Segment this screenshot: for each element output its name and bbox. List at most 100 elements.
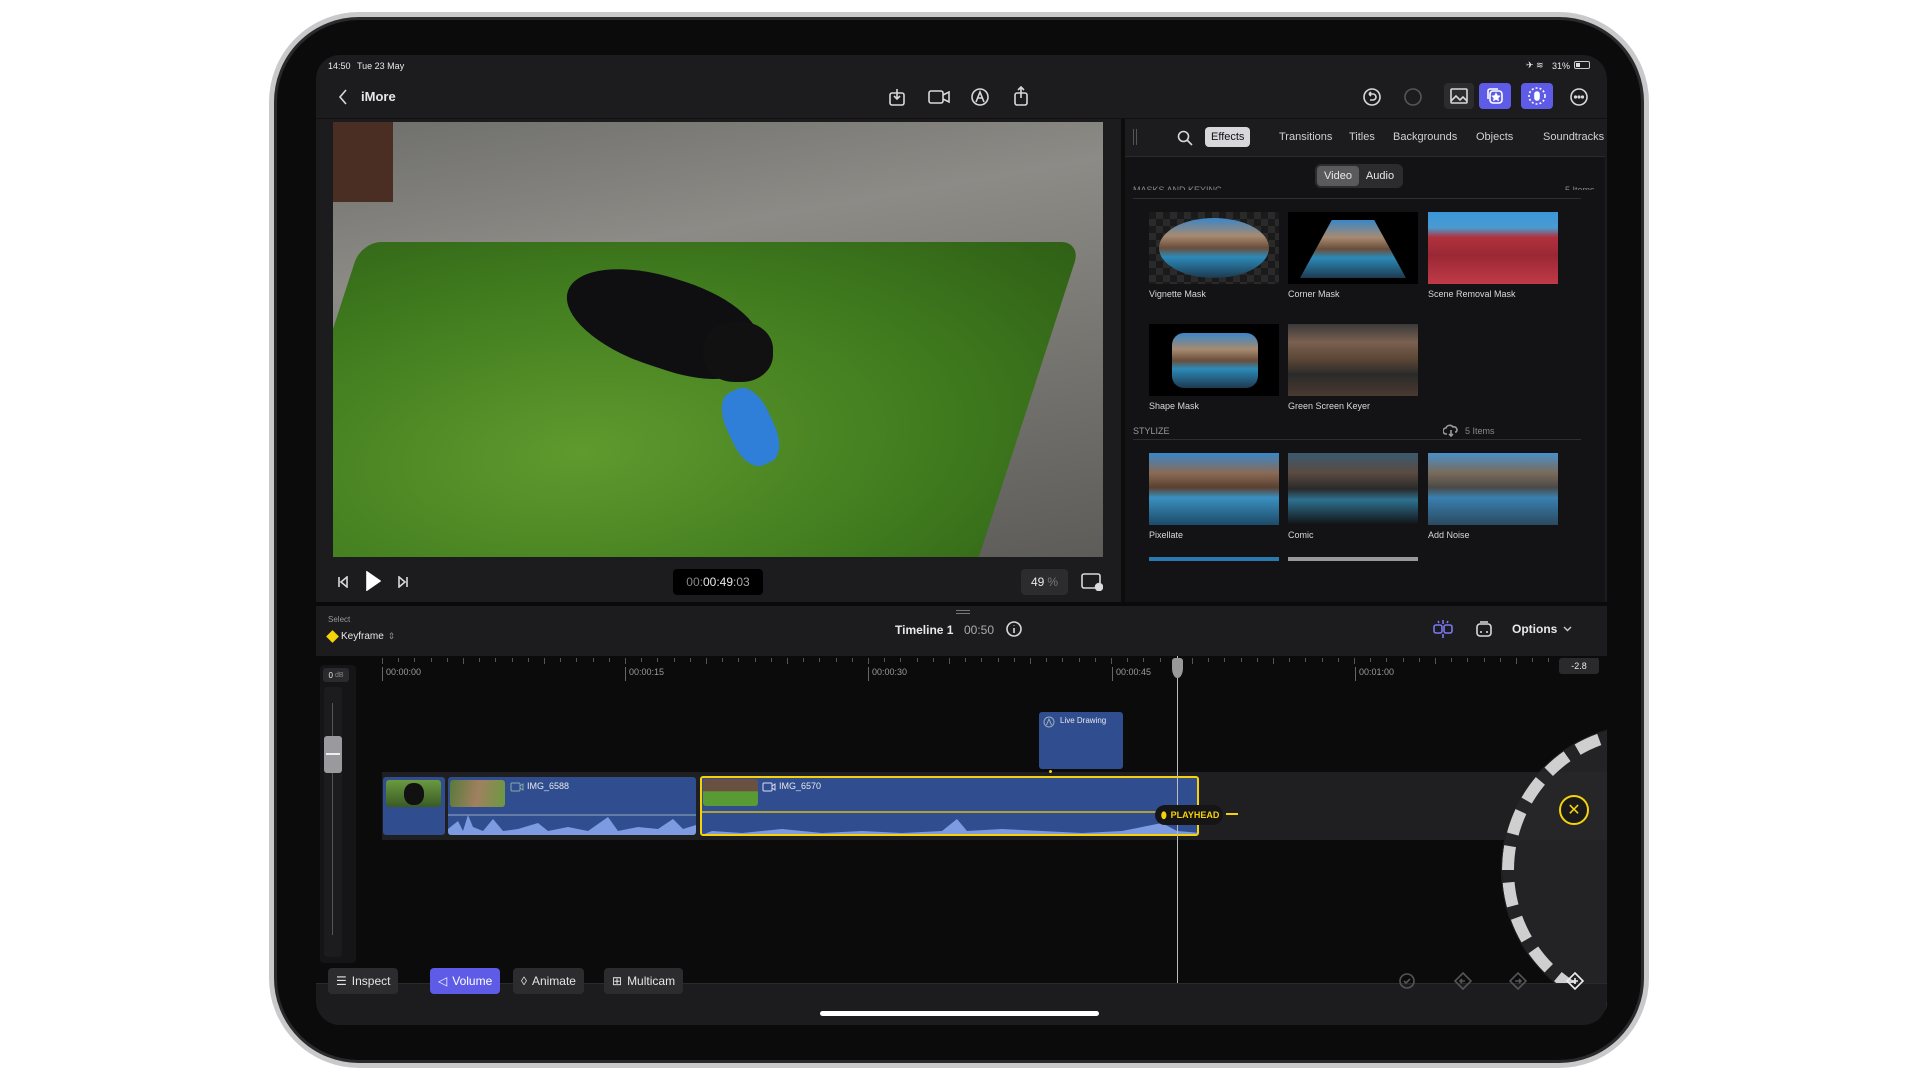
multicam-button[interactable]: ⊞ Multicam: [604, 968, 684, 994]
search-icon[interactable]: [1176, 129, 1194, 147]
share-icon[interactable]: [1012, 85, 1032, 107]
effect-thumb-partial: [1149, 557, 1279, 561]
clip-img-6570-selected[interactable]: IMG_6570: [700, 776, 1199, 836]
battery-percent: 31%: [1552, 61, 1571, 71]
back-chevron-icon[interactable]: [336, 87, 350, 107]
skip-back-icon[interactable]: [336, 573, 350, 591]
live-drawing-icon[interactable]: [970, 87, 990, 107]
timecode-main: 00:49: [702, 575, 734, 589]
animate-button[interactable]: ◊ Animate: [513, 968, 584, 994]
pin-icon: ⬮: [1161, 809, 1167, 820]
home-indicator[interactable]: [820, 1011, 1099, 1016]
ruler-tick: [560, 658, 562, 662]
drag-handle-icon[interactable]: [1133, 129, 1137, 145]
cloud-download-icon[interactable]: [1443, 423, 1459, 437]
more-icon[interactable]: [1569, 87, 1589, 107]
skip-forward-icon[interactable]: [396, 573, 410, 591]
clip-img-6588[interactable]: IMG_6588: [448, 777, 696, 835]
ruler-tick: [1030, 658, 1031, 664]
ruler-tick: [1467, 658, 1469, 662]
ruler-label: 00:00:30: [868, 667, 907, 681]
ruler-tick: [1516, 658, 1517, 664]
zoom-control[interactable]: 49%: [1021, 569, 1068, 595]
ruler-tick: [1240, 658, 1242, 662]
effect-thumb-green-screen-keyer[interactable]: [1288, 324, 1418, 396]
ruler-tick: [1013, 658, 1015, 662]
effect-thumb-pixellate[interactable]: [1149, 453, 1279, 525]
audio-skimming-icon[interactable]: [1474, 619, 1494, 639]
tab-effects[interactable]: Effects: [1205, 127, 1251, 147]
effect-thumb-vignette-mask[interactable]: [1149, 212, 1279, 284]
ruler-tick: [689, 658, 691, 662]
volume-slider-knob[interactable]: [324, 736, 342, 773]
ruler-tick: [900, 658, 902, 662]
ruler-tick: [803, 658, 805, 662]
tab-soundtracks[interactable]: Soundtracks: [1537, 127, 1605, 147]
tab-titles[interactable]: Titles: [1343, 127, 1381, 147]
ruler-tick: [1273, 658, 1274, 664]
stickers-button[interactable]: [1479, 83, 1511, 109]
project-title[interactable]: iMore: [361, 89, 396, 104]
resize-handle-icon[interactable]: [956, 610, 970, 614]
audio-meter-readout: -2.8: [1559, 658, 1599, 674]
display-settings-icon[interactable]: [1080, 571, 1104, 593]
close-jog-button[interactable]: ✕: [1559, 795, 1589, 825]
video-icon: [510, 782, 524, 792]
info-icon[interactable]: [1006, 621, 1022, 637]
segment-audio[interactable]: Audio: [1359, 166, 1401, 186]
import-icon[interactable]: [887, 87, 907, 107]
timecode-hours: 00:: [686, 575, 703, 589]
previous-keyframe-icon[interactable]: [1454, 972, 1472, 990]
overlay-clip-live-drawing[interactable]: Live Drawing: [1039, 712, 1123, 769]
play-icon[interactable]: [364, 570, 382, 592]
checkmark-icon[interactable]: [1398, 972, 1416, 990]
tab-backgrounds[interactable]: Backgrounds: [1387, 127, 1463, 147]
snapping-icon[interactable]: [1432, 619, 1454, 639]
effect-thumb-corner-mask[interactable]: [1288, 212, 1418, 284]
ruler-tick: [965, 658, 967, 662]
video-icon: [762, 782, 776, 792]
ruler-label: 00:01:00: [1355, 667, 1394, 681]
ruler-tick: [511, 658, 513, 662]
photos-button[interactable]: [1444, 83, 1474, 109]
volume-button[interactable]: ◁ Volume: [430, 968, 501, 994]
options-label: Options: [1512, 622, 1558, 636]
jog-indicator: [1226, 813, 1238, 815]
clip-label: IMG_6570: [779, 781, 822, 791]
video-preview[interactable]: [333, 122, 1103, 557]
volume-db-value: 0: [328, 670, 333, 680]
ruler-tick: [1483, 658, 1485, 662]
ruler-tick: [851, 658, 853, 662]
clip-dog[interactable]: [383, 777, 445, 835]
ruler-tick: [495, 658, 497, 662]
ruler-tick: [835, 658, 837, 662]
tab-transitions[interactable]: Transitions: [1273, 127, 1338, 147]
ruler-tick: [592, 658, 594, 662]
ruler-tick: [1548, 658, 1550, 662]
effect-thumb-scene-removal-mask[interactable]: [1428, 212, 1558, 284]
inspect-button[interactable]: ☰ Inspect: [328, 968, 399, 994]
audio-waveform: [702, 811, 1197, 834]
stickers-icon: [1486, 87, 1504, 105]
segment-video[interactable]: Video: [1317, 166, 1359, 186]
effect-thumb-add-noise[interactable]: [1428, 453, 1558, 525]
tab-objects[interactable]: Objects: [1470, 127, 1519, 147]
ruler-tick: [641, 658, 643, 662]
camera-icon[interactable]: [928, 87, 950, 107]
voiceover-button[interactable]: [1521, 83, 1553, 109]
undo-icon[interactable]: [1362, 87, 1382, 107]
options-menu[interactable]: Options: [1512, 622, 1572, 636]
effect-thumb-shape-mask[interactable]: [1149, 324, 1279, 396]
playhead-handle[interactable]: [1172, 658, 1183, 678]
next-keyframe-icon[interactable]: [1509, 972, 1527, 990]
ruler-label: 00:00:45: [1112, 667, 1151, 681]
select-mode-menu[interactable]: Keyframe ⇕: [326, 630, 395, 643]
redo-icon[interactable]: [1403, 87, 1423, 107]
animate-label: Animate: [531, 974, 576, 988]
ruler-tick: [884, 658, 886, 662]
add-keyframe-icon[interactable]: [1566, 972, 1584, 990]
clip-thumbnail: [703, 779, 758, 806]
volume-slider-track[interactable]: [324, 687, 342, 957]
playhead-badge[interactable]: ⬮ PLAYHEAD: [1155, 805, 1223, 825]
effect-thumb-comic[interactable]: [1288, 453, 1418, 525]
